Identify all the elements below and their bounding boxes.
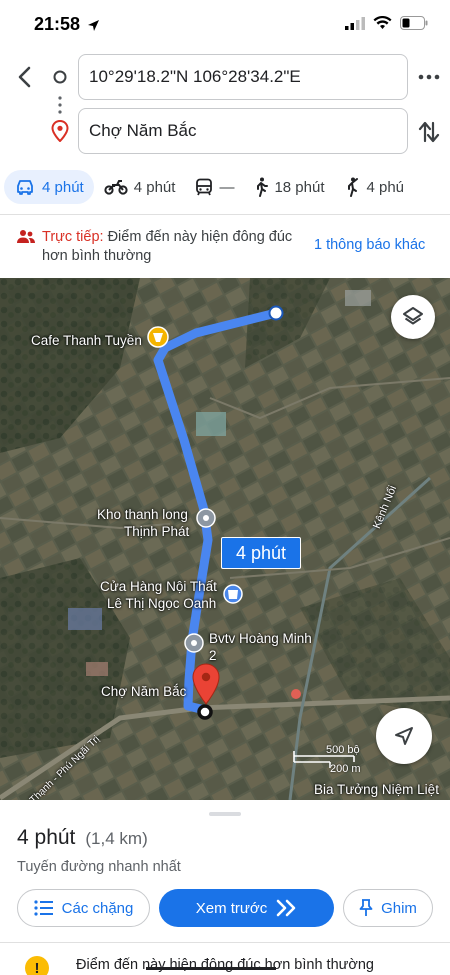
preview-button-label: Xem trước (195, 899, 268, 917)
bike-walk-icon (348, 177, 359, 197)
mode-transit[interactable]: — (185, 170, 244, 204)
walk-icon (257, 177, 269, 197)
my-location-button[interactable] (376, 708, 432, 764)
list-icon (34, 900, 53, 916)
battery-icon (400, 16, 428, 30)
label-cafe: Cafe Thanh Tuyền (31, 333, 142, 348)
mode-motorbike-label: 4 phút (133, 178, 176, 196)
mode-transit-label: — (219, 178, 235, 196)
steps-button[interactable]: Các chặng (17, 889, 150, 927)
car-icon (17, 180, 33, 195)
sheet-drag-handle[interactable] (209, 812, 241, 816)
route-duration-callout[interactable]: 4 phút (221, 537, 301, 569)
route-duration: 4 phút (17, 826, 76, 849)
route-end-marker (197, 704, 213, 720)
layers-icon (403, 307, 423, 325)
more-horiz-icon (418, 74, 440, 80)
sheet-divider (0, 942, 450, 943)
scale-meters-label: 200 m (330, 763, 361, 775)
mode-walking[interactable]: 18 phút (244, 170, 334, 204)
status-icons (345, 16, 428, 30)
label-furniture-1: Cửa Hàng Nội Thất (100, 579, 217, 594)
people-icon (17, 230, 35, 243)
more-options-button[interactable] (418, 66, 440, 88)
status-time: 21:58 (34, 14, 100, 35)
motorbike-icon (104, 180, 128, 195)
label-market: Chợ Năm Bắc (101, 684, 187, 699)
back-button[interactable] (12, 14, 38, 88)
travel-mode-bar: 4 phút 4 phút — 18 phút 4 phú (0, 168, 450, 206)
mode-ride-walk[interactable]: 4 phú (334, 170, 414, 204)
chevron-left-icon (18, 66, 31, 88)
transit-icon (196, 178, 213, 196)
route-summary-sheet[interactable]: 4 phút (1,4 km) Tuyến đường nhanh nhất C… (0, 800, 450, 975)
label-clinic-1: Bvtv Hoàng Minh (209, 631, 312, 646)
pin-button[interactable]: Ghim (343, 889, 433, 927)
pin-icon (359, 899, 373, 916)
mode-driving-label: 4 phút (42, 178, 84, 196)
warning-icon: ! (25, 956, 49, 975)
crowd-alert[interactable]: Trực tiếp: Điểm đến này hiện đông đúc hơ… (0, 215, 450, 278)
mode-walking-label: 18 phút (274, 178, 325, 196)
alert-text: Trực tiếp: Điểm đến này hiện đông đúc hơ… (42, 228, 297, 266)
map-scale: 500 bộ 200 m (292, 744, 372, 778)
double-chevron-right-icon (276, 899, 296, 917)
signal-icon (345, 16, 365, 30)
map-view[interactable]: Cafe Thanh Tuyền Kho thanh long Thịnh Ph… (0, 278, 450, 800)
status-bar: 21:58 (0, 0, 450, 50)
warning-text: Điểm đến này hiện đông đúc hơn bình thườ… (76, 957, 374, 973)
origin-dot-icon (53, 70, 67, 84)
origin-field[interactable]: 10°29'18.2"N 106°28'34.2"E (78, 54, 408, 100)
cafe-pin-icon (147, 326, 169, 348)
label-warehouse-1: Kho thanh long (97, 507, 188, 522)
more-notices-link[interactable]: 1 thông báo khác (314, 237, 425, 253)
warehouse-pin-icon (196, 508, 216, 528)
alert-live-label: Trực tiếp: (42, 229, 104, 245)
shop-pin-icon (223, 584, 243, 604)
label-memorial: Bia Tưởng Niệm Liệt (314, 782, 439, 797)
route-dots-icon (58, 96, 62, 114)
route-start-dot (268, 305, 284, 321)
navigation-arrow-icon (395, 727, 413, 745)
wifi-icon (373, 16, 392, 29)
mode-motorbike[interactable]: 4 phút (94, 170, 186, 204)
swap-vert-icon (418, 121, 440, 143)
route-summary: 4 phút (1,4 km) (17, 826, 148, 850)
destination-field[interactable]: Chợ Năm Bắc (78, 108, 408, 154)
mode-ride-walk-label: 4 phú (366, 178, 405, 196)
route-distance: (1,4 km) (85, 829, 148, 848)
warning-strikethrough (146, 967, 276, 970)
destination-pin-icon (51, 120, 69, 142)
pin-button-label: Ghim (381, 899, 417, 917)
clinic-pin-icon (184, 633, 204, 653)
layers-button[interactable] (391, 295, 435, 339)
label-furniture-2: Lê Thị Ngọc Oanh (107, 596, 217, 611)
location-arrow-icon (88, 19, 100, 31)
label-warehouse-2: Thịnh Phát (124, 524, 190, 539)
preview-button[interactable]: Xem trước (159, 889, 334, 927)
mode-driving[interactable]: 4 phút (4, 170, 94, 204)
route-description: Tuyến đường nhanh nhất (17, 859, 181, 875)
steps-button-label: Các chặng (61, 899, 134, 917)
poi-dot (291, 689, 301, 699)
label-clinic-2: 2 (209, 648, 217, 663)
swap-route-button[interactable] (418, 120, 440, 144)
